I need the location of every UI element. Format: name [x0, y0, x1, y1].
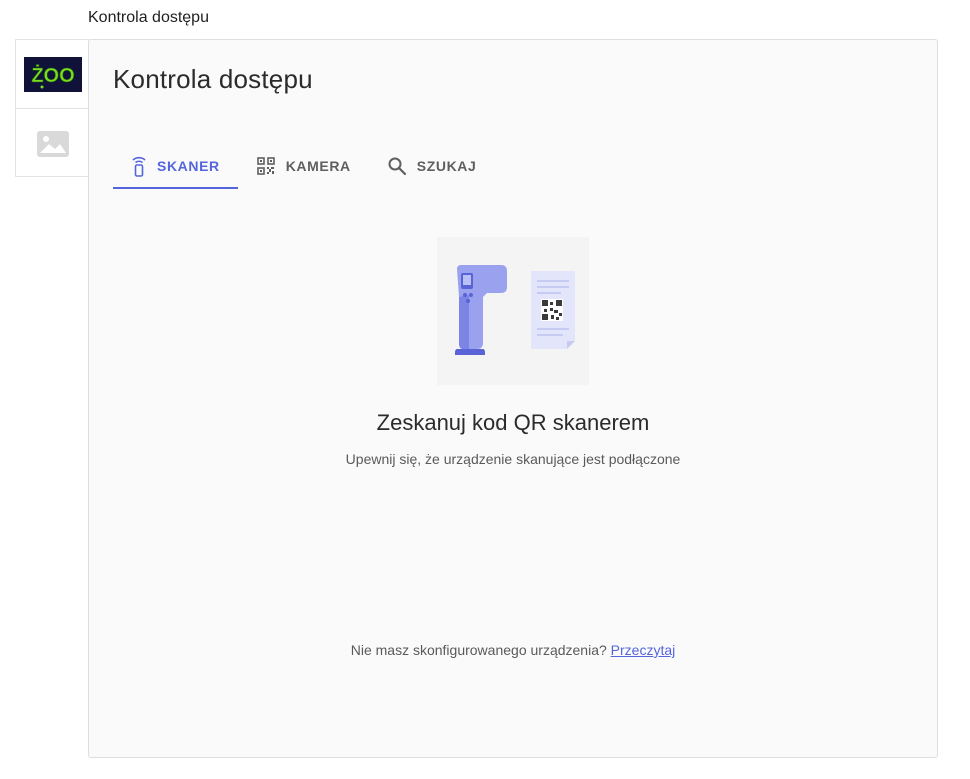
window-title: Kontrola dostępu — [88, 9, 209, 26]
tab-scanner[interactable]: SKANER — [113, 145, 238, 189]
tab-camera-label: KAMERA — [285, 158, 351, 174]
read-more-link[interactable]: Przeczytaj — [611, 642, 676, 658]
scanner-icon — [132, 156, 146, 177]
search-icon — [388, 157, 406, 176]
scanner-illustration-icon — [455, 265, 575, 355]
sidebar-item-zoo[interactable]: ŻOO — [16, 40, 90, 109]
tab-search[interactable]: SZUKAJ — [369, 145, 495, 187]
qr-code-icon — [256, 157, 275, 175]
device-help-note: Nie masz skonfigurowanego urządzenia? Pr… — [89, 642, 937, 658]
tab-search-label: SZUKAJ — [416, 158, 477, 174]
scan-heading: Zeskanuj kod QR skanerem — [376, 410, 650, 435]
sidebar-item-image[interactable] — [16, 109, 90, 178]
scan-subheading: Upewnij się, że urządzenie skanujące jes… — [345, 451, 681, 467]
tab-scanner-label: SKANER — [157, 158, 220, 174]
page-title: Kontrola dostępu — [113, 64, 313, 94]
scanner-illustration — [437, 237, 589, 385]
svg-text:ŻOO: ŻOO — [31, 64, 74, 87]
zoo-logo: ŻOO — [24, 57, 82, 92]
device-help-text: Nie masz skonfigurowanego urządzenia? — [350, 642, 607, 658]
image-placeholder-icon — [37, 130, 69, 157]
tab-camera[interactable]: KAMERA — [238, 145, 369, 187]
tab-bar: SKANER KAMERA SZUKAJ — [113, 145, 495, 189]
zoo-logo-icon: ŻOO — [31, 64, 75, 89]
side-rail: ŻOO — [15, 39, 90, 178]
main-card: Kontrola dostępu SKANER KAMERA SZUKAJ Ze… — [88, 39, 938, 758]
